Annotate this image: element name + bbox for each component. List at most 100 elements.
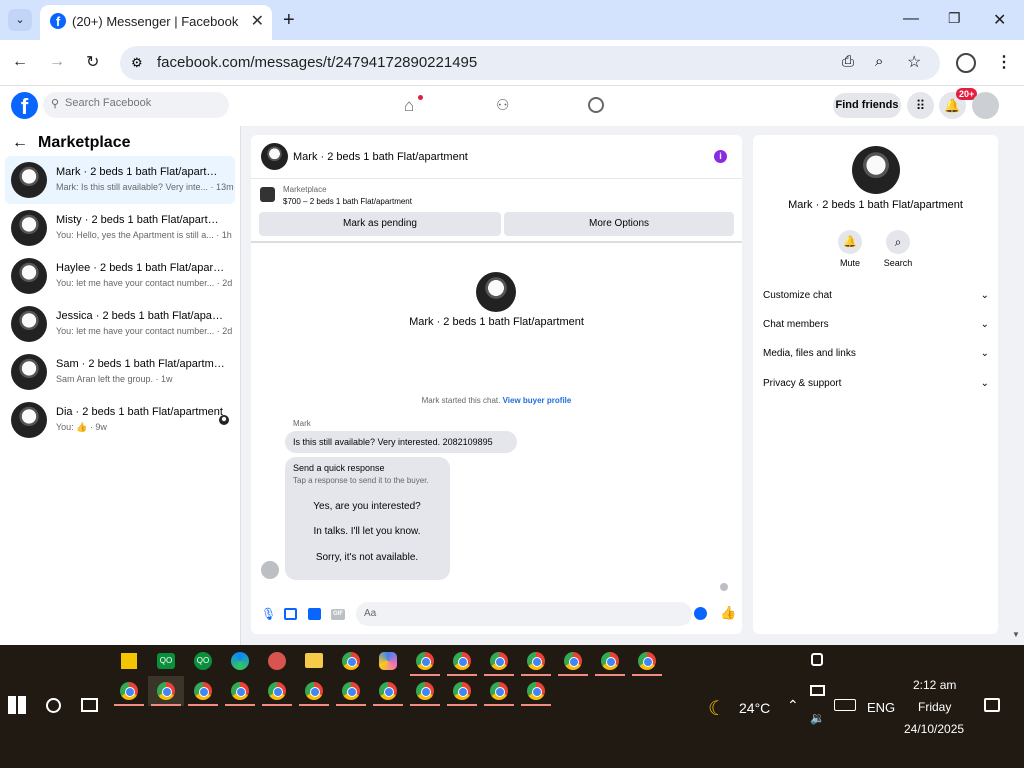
chrome-window-icon[interactable]: [268, 682, 286, 700]
moon-weather-icon[interactable]: ☾: [708, 696, 726, 721]
browser-tab-messenger[interactable]: f (20+) Messenger | Facebook ✕: [40, 5, 272, 40]
scroll-down-arrow-icon[interactable]: ▼: [1012, 630, 1020, 639]
chrome-window-icon[interactable]: [453, 652, 471, 670]
chrome-window-icon[interactable]: [157, 682, 175, 700]
facebook-search-input[interactable]: [65, 97, 215, 109]
keyboard-icon[interactable]: [834, 699, 856, 711]
media-files-links-section[interactable]: Media, files and links ⌄: [763, 348, 989, 368]
quickbooks-icon[interactable]: QO: [157, 653, 175, 669]
emoji-icon[interactable]: [694, 607, 707, 620]
chrome-window-icon[interactable]: [453, 682, 471, 700]
clock-day[interactable]: Friday: [918, 700, 951, 714]
chrome-window-icon[interactable]: [490, 682, 508, 700]
facebook-logo-icon[interactable]: f: [11, 92, 38, 119]
groups-icon[interactable]: [588, 97, 604, 113]
chrome-window-icon[interactable]: [601, 652, 619, 670]
home-icon[interactable]: ⌂: [404, 96, 414, 116]
sticker-icon[interactable]: [308, 608, 321, 620]
bookmark-star-icon[interactable]: ☆: [907, 52, 921, 72]
volume-icon[interactable]: 🔉: [810, 711, 825, 725]
chrome-window-icon[interactable]: [120, 682, 138, 700]
chrome-window-icon[interactable]: [638, 652, 656, 670]
temperature[interactable]: 24°C: [739, 700, 770, 716]
chrome-window-icon[interactable]: [490, 652, 508, 670]
restore-icon[interactable]: ❐: [948, 10, 961, 27]
conversation-item-mark[interactable]: Mark · 2 beds 1 bath Flat/apartment Mark…: [5, 156, 235, 204]
chat-title[interactable]: Mark · 2 beds 1 bath Flat/apartment: [293, 151, 468, 163]
microphone-icon[interactable]: 🎙: [261, 607, 276, 621]
clock-time[interactable]: 2:12 am: [913, 678, 956, 692]
facebook-search-box[interactable]: ⚲: [43, 92, 229, 118]
forward-arrow-icon[interactable]: →: [49, 53, 65, 71]
chrome-window-icon[interactable]: [379, 682, 397, 700]
more-options-button[interactable]: More Options: [504, 212, 734, 236]
paint-icon[interactable]: [268, 652, 286, 670]
privacy-support-section[interactable]: Privacy & support ⌄: [763, 378, 989, 398]
sticky-notes-icon[interactable]: [121, 653, 137, 669]
clock-date[interactable]: 24/10/2025: [904, 722, 964, 736]
network-icon[interactable]: [810, 685, 825, 696]
chrome-window-icon[interactable]: [527, 682, 545, 700]
input-language[interactable]: ENG: [867, 700, 895, 715]
notification-center-icon[interactable]: [984, 698, 1000, 712]
chrome-icon[interactable]: [342, 652, 360, 670]
message-input[interactable]: Aa: [356, 602, 707, 626]
address-bar[interactable]: ⚙ facebook.com/messages/t/24794172890221…: [120, 46, 940, 80]
menu-grid-icon[interactable]: ⠿: [907, 92, 934, 119]
edge-icon[interactable]: [231, 652, 249, 670]
search-circle-icon[interactable]: [46, 698, 61, 713]
chrome-window-icon[interactable]: [305, 682, 323, 700]
show-hidden-icons-icon[interactable]: ⌃: [787, 697, 799, 714]
browser-menu-icon[interactable]: ⋮: [996, 52, 1012, 72]
conversation-item-jessica[interactable]: Jessica · 2 beds 1 bath Flat/apartm... Y…: [5, 300, 235, 348]
quick-response-yes-button[interactable]: Yes, are you interested?: [296, 497, 438, 517]
new-tab-icon[interactable]: +: [283, 9, 295, 32]
conversation-item-dia[interactable]: Dia · 2 beds 1 bath Flat/apartment You: …: [5, 396, 235, 444]
search-icon[interactable]: ⌕: [886, 230, 910, 254]
install-app-icon[interactable]: ⎙: [842, 53, 854, 70]
quick-response-in-talks-button[interactable]: In talks. I'll let you know.: [296, 522, 438, 542]
conversation-item-sam[interactable]: Sam · 2 beds 1 bath Flat/apartment Sam A…: [5, 348, 235, 396]
close-window-icon[interactable]: ✕: [993, 10, 1006, 30]
message-bubble[interactable]: Is this still available? Very interested…: [285, 431, 517, 453]
site-info-icon[interactable]: ⚙: [131, 55, 143, 71]
mark-as-pending-button[interactable]: Mark as pending: [259, 212, 501, 236]
customize-chat-section[interactable]: Customize chat ⌄: [763, 290, 989, 310]
friends-icon[interactable]: ⚇: [496, 96, 509, 114]
quickbooks-online-icon[interactable]: QO: [194, 652, 212, 670]
photo-icon[interactable]: [284, 608, 297, 620]
chat-members-section[interactable]: Chat members ⌄: [763, 319, 989, 339]
profile-icon[interactable]: [956, 53, 976, 73]
reload-icon[interactable]: ↻: [86, 52, 99, 72]
chrome-window-icon[interactable]: [527, 652, 545, 670]
mute-bell-icon[interactable]: 🔔: [838, 230, 862, 254]
tab-search-button[interactable]: ⌄: [8, 9, 32, 31]
view-buyer-profile-link[interactable]: View buyer profile: [503, 396, 572, 405]
mute-label[interactable]: Mute: [838, 258, 862, 268]
conversation-item-misty[interactable]: Misty · 2 beds 1 bath Flat/apartment You…: [5, 204, 235, 252]
zoom-icon[interactable]: ⌕: [875, 53, 883, 70]
back-arrow-icon[interactable]: ←: [12, 134, 28, 152]
task-view-icon[interactable]: [81, 698, 98, 712]
start-windows-icon[interactable]: [8, 696, 26, 714]
find-friends-button[interactable]: Find friends: [833, 93, 901, 118]
copilot-icon[interactable]: [379, 652, 397, 670]
avatar[interactable]: [261, 143, 288, 170]
chrome-window-icon[interactable]: [342, 682, 360, 700]
gif-icon[interactable]: GIF: [331, 609, 345, 620]
chrome-window-icon[interactable]: [564, 652, 582, 670]
back-arrow-icon[interactable]: ←: [12, 53, 28, 71]
close-tab-icon[interactable]: ✕: [251, 11, 264, 31]
listing-detail[interactable]: $700 – 2 beds 1 bath Flat/apartment: [283, 197, 412, 206]
chrome-window-icon[interactable]: [416, 682, 434, 700]
file-explorer-icon[interactable]: [305, 653, 323, 668]
listing-thumbnail[interactable]: [260, 187, 275, 202]
account-avatar[interactable]: [972, 92, 999, 119]
info-icon[interactable]: i: [714, 150, 727, 163]
minimize-icon[interactable]: —: [903, 10, 919, 28]
search-label[interactable]: Search: [882, 258, 914, 268]
conversation-item-haylee[interactable]: Haylee · 2 beds 1 bath Flat/apartm... Yo…: [5, 252, 235, 300]
meet-now-icon[interactable]: [811, 653, 823, 666]
chrome-window-icon[interactable]: [194, 682, 212, 700]
quick-response-not-available-button[interactable]: Sorry, it's not available.: [296, 548, 438, 568]
